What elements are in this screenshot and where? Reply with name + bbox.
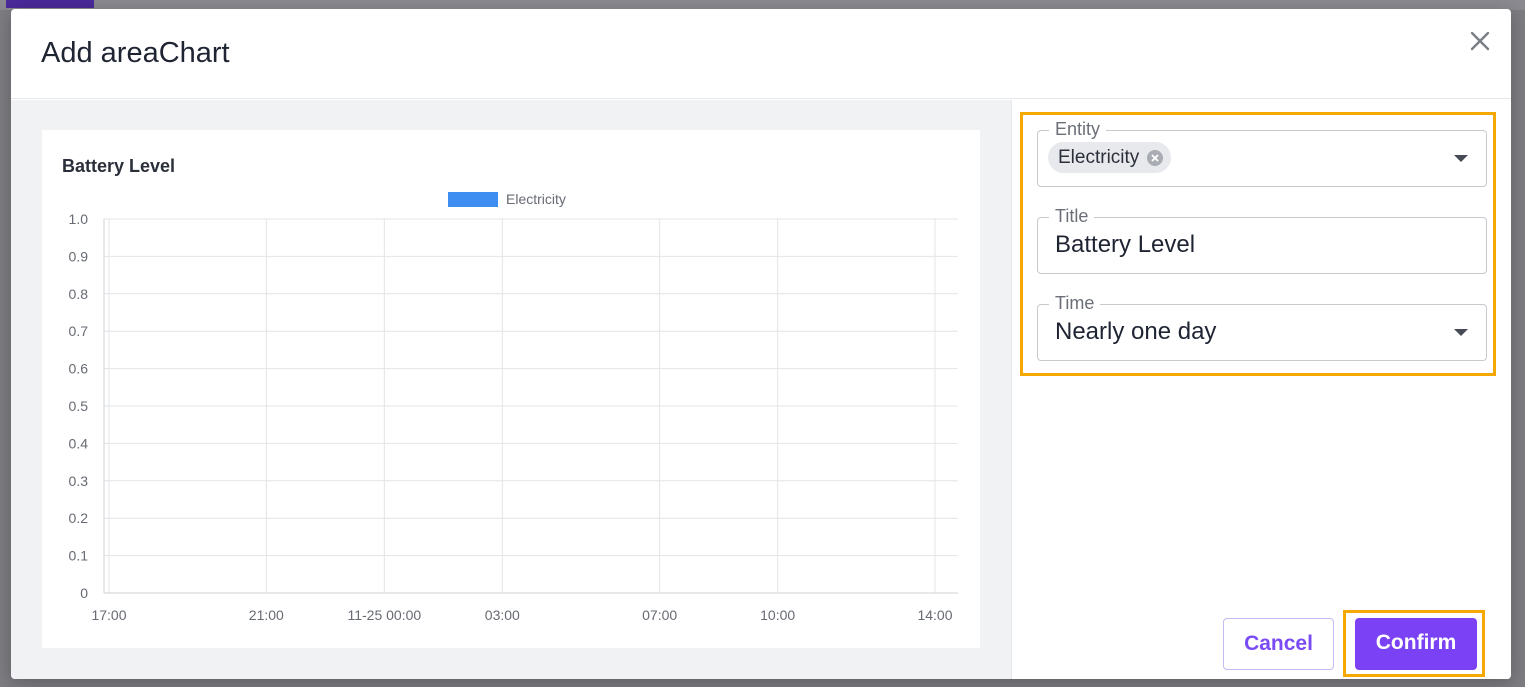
x-tick-label: 14:00 bbox=[917, 607, 952, 623]
legend-label: Electricity bbox=[506, 191, 566, 207]
entity-chip: Electricity bbox=[1048, 142, 1172, 173]
title-label: Title bbox=[1049, 206, 1095, 227]
close-icon[interactable] bbox=[1466, 27, 1494, 55]
confirm-button[interactable]: Confirm bbox=[1355, 618, 1477, 670]
x-tick-label: 17:00 bbox=[91, 607, 126, 623]
y-tick-label: 0.6 bbox=[69, 361, 89, 377]
y-tick-label: 0.2 bbox=[69, 510, 89, 526]
time-value: Nearly one day bbox=[1055, 318, 1217, 345]
y-tick-label: 0.5 bbox=[69, 398, 89, 414]
chevron-down-icon[interactable] bbox=[1454, 329, 1468, 336]
chip-remove-icon[interactable] bbox=[1147, 150, 1164, 166]
chart-card: Battery Level Electricity 1.0 0.9 0.8 0.7 0.6 0… bbox=[42, 130, 980, 648]
y-tick-label: 0.3 bbox=[69, 473, 89, 489]
x-tick-label: 21:00 bbox=[249, 607, 284, 623]
add-chart-dialog: Add areaChart Battery Level Electricity 1.… bbox=[11, 9, 1511, 679]
legend-swatch bbox=[448, 192, 498, 207]
x-tick-label: 10:00 bbox=[760, 607, 795, 623]
dialog-title: Add areaChart bbox=[41, 37, 230, 69]
y-tick-label: 0.1 bbox=[69, 548, 89, 564]
y-tick-label: 0.9 bbox=[69, 248, 89, 264]
y-tick-label: 0 bbox=[80, 585, 88, 601]
y-tick-label: 0.8 bbox=[69, 286, 89, 302]
title-field[interactable]: Title Battery Level bbox=[1037, 206, 1487, 274]
chart-preview-pane: Battery Level Electricity 1.0 0.9 0.8 0.7 0.6 0… bbox=[11, 100, 1011, 679]
x-tick-label: 03:00 bbox=[485, 607, 520, 623]
y-tick-label: 0.4 bbox=[69, 435, 89, 451]
entity-label: Entity bbox=[1049, 119, 1107, 140]
settings-pane: Entity Electricity Title Battery Level T… bbox=[1011, 100, 1511, 679]
x-tick-label: 11-25 00:00 bbox=[347, 607, 421, 623]
y-tick-label: 1.0 bbox=[69, 211, 89, 227]
time-label: Time bbox=[1049, 293, 1101, 314]
time-select[interactable]: Time Nearly one day bbox=[1037, 293, 1487, 361]
background-accent bbox=[6, 0, 94, 8]
y-tick-label: 0.7 bbox=[69, 323, 89, 339]
title-value[interactable]: Battery Level bbox=[1055, 231, 1195, 259]
area-chart: Battery Level Electricity 1.0 0.9 0.8 0.7 0.6 0… bbox=[62, 156, 958, 623]
cancel-button[interactable]: Cancel bbox=[1223, 618, 1334, 670]
chart-title: Battery Level bbox=[62, 156, 175, 176]
entity-chip-label: Electricity bbox=[1058, 147, 1140, 168]
x-tick-label: 07:00 bbox=[642, 607, 677, 623]
entity-select[interactable]: Entity Electricity bbox=[1037, 119, 1487, 187]
dialog-header: Add areaChart bbox=[11, 9, 1511, 99]
chevron-down-icon[interactable] bbox=[1454, 155, 1468, 162]
